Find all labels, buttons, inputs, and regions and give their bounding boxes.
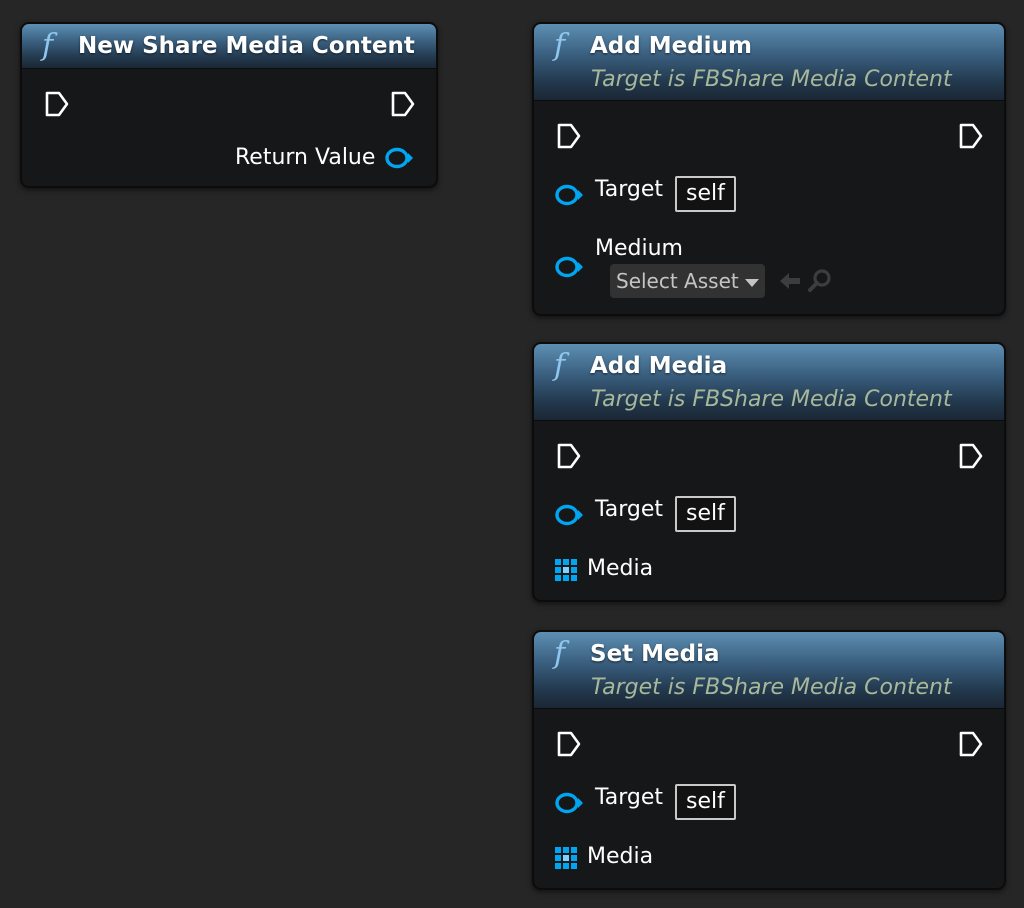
media-label: Media (587, 556, 654, 581)
function-icon: f (554, 348, 566, 383)
exec-out-pin-icon[interactable] (958, 122, 984, 150)
node-title: Add Media (590, 353, 728, 379)
target-label: Target (595, 497, 664, 522)
function-icon: f (42, 28, 54, 63)
exec-in-pin-icon[interactable] (44, 90, 70, 118)
node-title: New Share Media Content (78, 33, 415, 59)
exec-out-pin-icon[interactable] (390, 90, 416, 118)
array-pin-icon[interactable] (554, 846, 578, 870)
node-set-media[interactable]: f Set Media Target is FBShare Media Cont… (532, 630, 1006, 890)
exec-out-pin-icon[interactable] (958, 442, 984, 470)
exec-in-pin-icon[interactable] (556, 442, 582, 470)
exec-in-pin-icon[interactable] (556, 730, 582, 758)
media-label: Media (587, 844, 654, 869)
medium-pin-icon[interactable] (554, 255, 584, 279)
search-icon[interactable] (807, 268, 833, 294)
exec-out-pin-icon[interactable] (958, 730, 984, 758)
exec-in-pin-icon[interactable] (556, 122, 582, 150)
node-header[interactable]: f Add Media Target is FBShare Media Cont… (534, 344, 1004, 421)
select-asset-dropdown[interactable]: Select Asset (610, 264, 765, 298)
target-pin-icon[interactable] (554, 183, 584, 207)
target-label: Target (595, 177, 664, 202)
node-header[interactable]: f New Share Media Content (22, 24, 436, 69)
node-add-media[interactable]: f Add Media Target is FBShare Media Cont… (532, 342, 1006, 602)
target-self-value[interactable]: self (675, 176, 736, 212)
function-icon: f (554, 28, 566, 63)
node-subtitle: Target is FBShare Media Content (591, 67, 952, 92)
return-value-label: Return Value (235, 145, 376, 170)
node-title: Add Medium (590, 33, 752, 59)
object-pin-icon[interactable] (384, 146, 414, 170)
target-pin-icon[interactable] (554, 791, 584, 815)
node-subtitle: Target is FBShare Media Content (591, 675, 952, 700)
target-self-value[interactable]: self (675, 496, 736, 532)
array-pin-icon[interactable] (554, 558, 578, 582)
node-new-share-media-content[interactable]: f New Share Media Content Return Value (20, 22, 438, 188)
chevron-down-icon (744, 278, 759, 287)
blueprint-graph-canvas[interactable]: f New Share Media Content Return Value f… (0, 0, 1024, 908)
select-asset-label: Select Asset (616, 269, 739, 293)
target-self-value[interactable]: self (675, 784, 736, 820)
node-title: Set Media (590, 641, 720, 667)
node-header[interactable]: f Set Media Target is FBShare Media Cont… (534, 632, 1004, 709)
function-icon: f (554, 636, 566, 671)
target-pin-icon[interactable] (554, 503, 584, 527)
arrow-left-icon[interactable] (777, 268, 803, 294)
target-label: Target (595, 785, 664, 810)
medium-label: Medium (595, 236, 683, 261)
node-add-medium[interactable]: f Add Medium Target is FBShare Media Con… (532, 22, 1006, 316)
node-header[interactable]: f Add Medium Target is FBShare Media Con… (534, 24, 1004, 101)
node-subtitle: Target is FBShare Media Content (591, 387, 952, 412)
